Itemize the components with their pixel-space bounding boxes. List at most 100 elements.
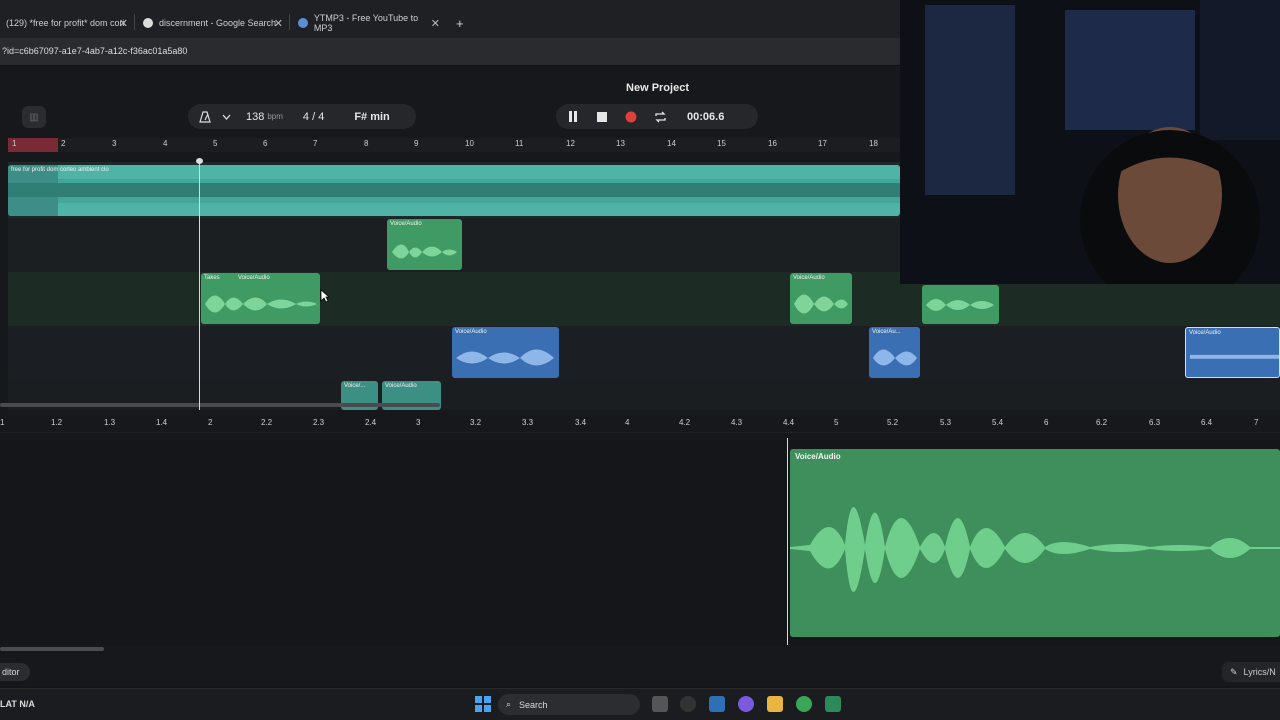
- clip-label: Voice/Audio: [793, 275, 825, 281]
- browser-tab[interactable]: YTMP3 - Free YouTube to MP3 ✕: [292, 9, 444, 37]
- editor-ruler-tick: 3.4: [575, 418, 587, 427]
- editor-ruler[interactable]: [0, 413, 1280, 433]
- file-explorer-icon[interactable]: [767, 696, 783, 712]
- stop-icon[interactable]: [589, 105, 615, 129]
- time-signature[interactable]: 4 / 4: [303, 111, 324, 123]
- editor-ruler-tick: 5.4: [992, 418, 1004, 427]
- record-icon[interactable]: [618, 105, 644, 129]
- search-placeholder: Search: [519, 699, 548, 710]
- transport-bar: 00:06.6: [556, 104, 758, 129]
- clip-label: Voice/Audio: [795, 452, 841, 461]
- editor-ruler-tick: 2.2: [261, 418, 273, 427]
- editor-cursor[interactable]: [787, 438, 788, 645]
- taskbar-search[interactable]: ⌕ Search: [498, 694, 640, 715]
- pause-icon[interactable]: [560, 105, 586, 129]
- windows-start-icon[interactable]: [475, 696, 491, 712]
- editor-tab[interactable]: ditor: [0, 663, 30, 681]
- bpm-unit: bpm: [267, 112, 283, 121]
- tab-title: discernment - Google Search: [159, 18, 277, 28]
- playhead-handle[interactable]: [196, 158, 203, 164]
- clip-label: Voice/...: [344, 383, 366, 389]
- 4k-app-icon[interactable]: [680, 696, 696, 712]
- lyrics-tab[interactable]: ✎ Lyrics/N: [1222, 662, 1280, 682]
- editor-ruler-tick: 2.4: [365, 418, 377, 427]
- editor-ruler-tick: 5.3: [940, 418, 952, 427]
- voice-clip[interactable]: [922, 285, 999, 324]
- ruler-tick: 2: [61, 139, 66, 148]
- project-title: New Project: [626, 82, 689, 94]
- clip-label: Voice/Audio: [385, 383, 417, 389]
- close-icon[interactable]: ✕: [431, 17, 440, 30]
- taskbar: [0, 688, 1280, 720]
- ruler-tick: 15: [717, 139, 726, 148]
- browser-tab[interactable]: discernment - Google Search ✕: [137, 9, 287, 37]
- chrome-icon[interactable]: [796, 696, 812, 712]
- ruler-tick: 14: [667, 139, 676, 148]
- close-icon[interactable]: ✕: [274, 17, 283, 30]
- webcam-overlay: [900, 0, 1280, 284]
- search-icon: ⌕: [506, 699, 512, 709]
- voice-clip[interactable]: Voice/Audio: [452, 327, 559, 378]
- editor-ruler-tick: 5.2: [887, 418, 899, 427]
- editor-ruler-tick: 6.2: [1096, 418, 1108, 427]
- beat-clip[interactable]: free for profit dom corleo ambient clo: [8, 165, 900, 216]
- editor-ruler-tick: 3: [416, 418, 421, 427]
- editor-ruler-tick: 1.4: [156, 418, 168, 427]
- ruler-tick: 18: [869, 139, 878, 148]
- ruler-tick: 16: [768, 139, 777, 148]
- editor-ruler-tick: 6.4: [1201, 418, 1213, 427]
- new-tab-button[interactable]: +: [450, 9, 470, 37]
- task-view-icon[interactable]: [652, 696, 668, 712]
- editor-ruler-tick: 2: [208, 418, 213, 427]
- voice-clip-takes[interactable]: Takes Voice/Audio: [201, 273, 320, 324]
- ruler-tick: 7: [313, 139, 318, 148]
- media-app-icon[interactable]: [709, 696, 725, 712]
- weather-widget[interactable]: LAT N/A: [0, 699, 35, 709]
- voice-clip-selected[interactable]: Voice/Audio: [1185, 327, 1280, 378]
- pencil-icon: ✎: [1230, 666, 1238, 677]
- ruler-tick: 17: [818, 139, 827, 148]
- app-icon[interactable]: [825, 696, 841, 712]
- voice-clip[interactable]: Voice/Au...: [869, 327, 920, 378]
- editor-ruler-tick: 2.3: [313, 418, 325, 427]
- editor-scrollbar[interactable]: [0, 647, 104, 651]
- close-icon[interactable]: ✕: [119, 17, 128, 30]
- editor-ruler-tick: 1.2: [51, 418, 63, 427]
- editor-ruler-tick: 5: [834, 418, 839, 427]
- url-text: ?id=c6b67097-a1e7-4ab7-a12c-f36ac01a5a80: [2, 46, 188, 56]
- chevron-down-icon[interactable]: [218, 105, 234, 129]
- ruler-tick: 6: [263, 139, 268, 148]
- mouse-cursor-icon: [320, 289, 330, 303]
- ruler-tick: 10: [465, 139, 474, 148]
- editor-clip[interactable]: Voice/Audio: [790, 449, 1280, 637]
- ruler-tick: 5: [213, 139, 218, 148]
- playhead[interactable]: [199, 160, 200, 410]
- editor-ruler-tick: 4: [625, 418, 630, 427]
- keyboard-icon[interactable]: ▥: [22, 106, 46, 128]
- timeline-ruler[interactable]: [8, 138, 900, 152]
- editor-ruler-tick: 4.2: [679, 418, 691, 427]
- voice-clip[interactable]: Voice/Audio: [790, 273, 852, 324]
- voice-clip[interactable]: Voice/Audio: [387, 219, 462, 270]
- editor-ruler-tick: 4.4: [783, 418, 795, 427]
- ruler-tick: 13: [616, 139, 625, 148]
- loop-icon[interactable]: [647, 105, 673, 129]
- clip-label: free for profit dom corleo ambient clo: [11, 167, 109, 173]
- metronome-icon[interactable]: [192, 105, 218, 129]
- copilot-icon[interactable]: [738, 696, 754, 712]
- editor-ruler-tick: 6.3: [1149, 418, 1161, 427]
- clip-label: Voice/Audio: [238, 275, 270, 281]
- lyrics-label: Lyrics/N: [1243, 667, 1276, 677]
- tab-title: (129) *free for profit* dom cori: [6, 18, 125, 28]
- browser-tab[interactable]: (129) *free for profit* dom cori ✕: [0, 9, 132, 37]
- google-icon: [143, 18, 153, 28]
- horizontal-scrollbar[interactable]: [0, 403, 440, 407]
- ruler-tick: 8: [364, 139, 369, 148]
- waveform: [790, 507, 1280, 592]
- key-selector[interactable]: F# min: [354, 111, 389, 123]
- ruler-tick: 11: [515, 139, 524, 148]
- editor-ruler-tick: 1: [0, 418, 5, 427]
- ruler-tick: 1: [12, 139, 17, 148]
- editor-ruler-tick: 7: [1254, 418, 1259, 427]
- bpm-value[interactable]: 138: [246, 111, 264, 123]
